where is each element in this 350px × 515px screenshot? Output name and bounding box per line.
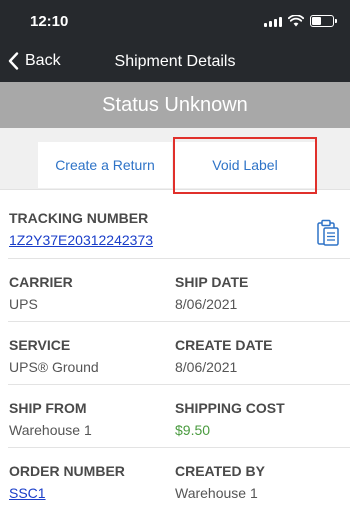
status-bar-icons [264, 15, 337, 27]
ship-from-label: SHIP FROM [9, 400, 87, 416]
void-label-button[interactable]: Void Label [175, 142, 315, 188]
created-by-label: CREATED BY [175, 463, 265, 479]
page-title: Shipment Details [114, 53, 236, 70]
create-date-field: CREATE DATE 8/06/2021 [175, 337, 272, 375]
cellular-signal-icon [264, 16, 282, 27]
action-bar: Create a Return Void Label [0, 128, 350, 190]
carrier-field: CARRIER UPS [9, 274, 73, 312]
status-banner: Status Unknown [0, 82, 350, 128]
create-date-value: 8/06/2021 [175, 359, 238, 375]
created-by-field: CREATED BY Warehouse 1 [175, 463, 265, 501]
shipment-details: TRACKING NUMBER 1Z2Y37E20312242373 CARRI… [0, 195, 350, 511]
detail-row-tracking: TRACKING NUMBER 1Z2Y37E20312242373 [8, 195, 350, 259]
tracking-number-field: TRACKING NUMBER 1Z2Y37E20312242373 [9, 210, 153, 248]
nav-bar: Back Shipment Details [0, 44, 350, 82]
carrier-value: UPS [9, 296, 38, 312]
ship-date-label: SHIP DATE [175, 274, 249, 290]
carrier-label: CARRIER [9, 274, 73, 290]
detail-row-ship-from: SHIP FROM Warehouse 1 SHIPPING COST $9.5… [8, 385, 350, 448]
service-value: UPS® Ground [9, 359, 99, 375]
order-number-link[interactable]: SSC1 [9, 485, 125, 501]
battery-icon [310, 15, 337, 27]
tracking-number-label: TRACKING NUMBER [9, 210, 149, 226]
tracking-number-link[interactable]: 1Z2Y37E20312242373 [9, 232, 153, 248]
shipping-cost-field: SHIPPING COST $9.50 [175, 400, 285, 438]
order-number-field: ORDER NUMBER SSC1 [9, 463, 125, 501]
detail-row-order: ORDER NUMBER SSC1 CREATED BY Warehouse 1 [8, 448, 350, 511]
ship-date-field: SHIP DATE 8/06/2021 [175, 274, 248, 312]
detail-row-service: SERVICE UPS® Ground CREATE DATE 8/06/202… [8, 322, 350, 385]
clipboard-icon[interactable] [316, 219, 340, 247]
shipping-cost-label: SHIPPING COST [175, 400, 285, 416]
ship-date-value: 8/06/2021 [175, 296, 238, 312]
created-by-value: Warehouse 1 [175, 485, 258, 501]
status-bar: 12:10 [0, 0, 350, 44]
ship-from-field: SHIP FROM Warehouse 1 [9, 400, 92, 438]
detail-row-carrier: CARRIER UPS SHIP DATE 8/06/2021 [8, 259, 350, 322]
create-date-label: CREATE DATE [175, 337, 273, 353]
status-bar-time: 12:10 [30, 13, 69, 30]
service-label: SERVICE [9, 337, 71, 353]
ship-from-value: Warehouse 1 [9, 422, 92, 438]
service-field: SERVICE UPS® Ground [9, 337, 99, 375]
create-return-button[interactable]: Create a Return [38, 142, 172, 188]
wifi-icon [288, 15, 304, 27]
shipping-cost-value: $9.50 [175, 422, 211, 438]
order-number-label: ORDER NUMBER [9, 463, 125, 479]
